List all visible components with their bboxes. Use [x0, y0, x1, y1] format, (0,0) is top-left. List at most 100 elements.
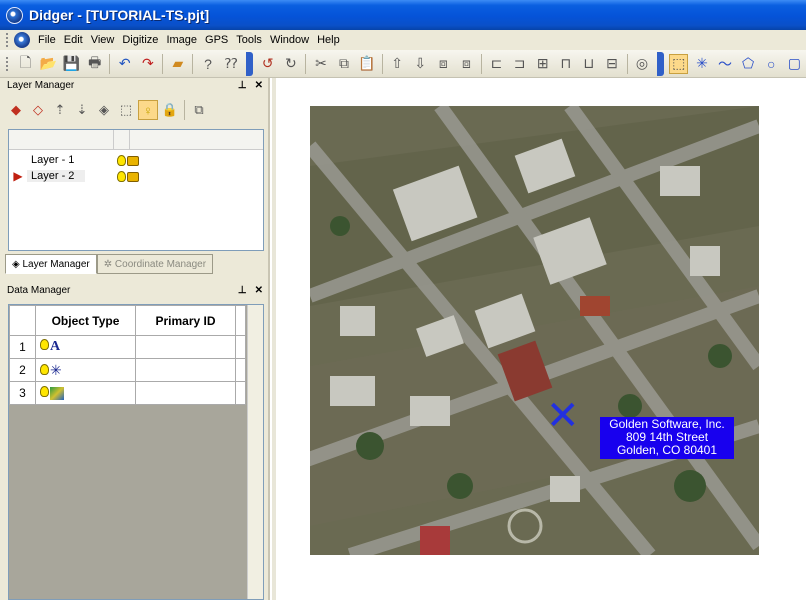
layer-row[interactable]: Layer - 1	[9, 152, 263, 168]
address-label[interactable]: Golden Software, Inc. 809 14th Street Go…	[600, 417, 734, 459]
undo-arrow-icon[interactable]: ↺	[258, 54, 277, 74]
pin-icon[interactable]: ⊥	[238, 80, 247, 91]
undo-icon[interactable]: ↶	[115, 54, 134, 74]
align-middle-icon[interactable]: ⊟	[602, 54, 621, 74]
new-icon[interactable]: 🗋	[16, 54, 35, 74]
point-icon[interactable]: ✳	[692, 54, 711, 74]
tab-coordinate-manager[interactable]: ✲ Coordinate Manager	[96, 254, 214, 274]
layer-up-icon[interactable]: ⇡	[50, 100, 70, 120]
table-header-row: Object Type Primary ID	[9, 305, 246, 336]
main-toolbar: 🗋 📂 💾 🖶 ↶ ↷ ▰ ? ⁇ ↺ ↻ ✂ ⧉ 📋 ⇧ ⇩ ⧈ ⧈ ⊏ ⊐ …	[0, 50, 806, 78]
layer-down-icon[interactable]: ⇣	[72, 100, 92, 120]
table-row[interactable]: 3	[9, 381, 246, 405]
align-bottom-icon[interactable]: ⊔	[579, 54, 598, 74]
overview-icon[interactable]: ◎	[632, 54, 651, 74]
layer-list: Layer - 1 ▶ Layer - 2	[8, 129, 264, 251]
visibility-icon[interactable]	[117, 170, 126, 182]
copy-icon[interactable]: ⧉	[334, 54, 353, 74]
lock-icon[interactable]	[127, 172, 139, 182]
layer-list-header	[9, 130, 263, 150]
grip-handle[interactable]	[6, 33, 10, 47]
aerial-photo	[310, 106, 759, 555]
point-marker[interactable]: ✕	[546, 396, 580, 436]
left-dock: Layer Manager ⊥ ✕ ◆ ◇ ⇡ ⇣ ◈ ⬚ ♀ 🔒 ⧉ Layer…	[0, 78, 270, 600]
current-layer-icon: ▶	[13, 169, 23, 183]
column-header[interactable]: Object Type	[35, 305, 136, 336]
grip-handle[interactable]	[6, 56, 10, 71]
menu-tools[interactable]: Tools	[236, 34, 270, 46]
lock-icon[interactable]	[127, 156, 139, 166]
menu-view[interactable]: View	[91, 34, 123, 46]
document-icon[interactable]	[14, 32, 30, 48]
app-window: Didger - [TUTORIAL-TS.pjt] File Edit Vie…	[0, 0, 806, 600]
window-title: Didger - [TUTORIAL-TS.pjt]	[29, 7, 210, 23]
close-icon[interactable]: ✕	[255, 285, 263, 296]
menu-bar: File Edit View Digitize Image GPS Tools …	[0, 30, 806, 50]
table-row[interactable]: 1 A	[9, 335, 246, 359]
lock-icon[interactable]: 🔒	[160, 100, 180, 120]
data-manager-header: Data Manager ⊥ ✕	[3, 283, 267, 297]
move-up-icon[interactable]: ⇧	[388, 54, 407, 74]
rectangle-icon[interactable]: ▢	[785, 54, 804, 74]
delete-layer-icon[interactable]: ◇	[28, 100, 48, 120]
add-layer-icon[interactable]: ◆	[6, 100, 26, 120]
menu-image[interactable]: Image	[166, 34, 205, 46]
plot-canvas[interactable]: ✕ Golden Software, Inc. 809 14th Street …	[272, 78, 806, 600]
layer-name: Layer - 2	[27, 170, 85, 182]
vertical-scrollbar[interactable]	[247, 305, 263, 599]
column-header[interactable]: Primary ID	[135, 305, 236, 336]
arrange-icon[interactable]: ⧈	[434, 54, 453, 74]
table-row[interactable]: 2 ✳	[9, 358, 246, 382]
menu-digitize[interactable]: Digitize	[122, 34, 166, 46]
data-table: Object Type Primary ID 1 A 2 ✳ 3	[8, 304, 264, 600]
move-down-icon[interactable]: ⇩	[411, 54, 430, 74]
print-icon[interactable]: 🖶	[85, 54, 104, 74]
visibility-icon[interactable]	[40, 339, 49, 350]
layer-toolbar: ◆ ◇ ⇡ ⇣ ◈ ⬚ ♀ 🔒 ⧉	[5, 98, 265, 122]
pin-icon[interactable]: ⊥	[238, 285, 247, 296]
redo-arrow-icon[interactable]: ↻	[281, 54, 300, 74]
polygon-icon[interactable]: ⬠	[739, 54, 758, 74]
visibility-icon[interactable]	[117, 154, 126, 166]
visibility-icon[interactable]	[40, 363, 49, 375]
menu-file[interactable]: File	[38, 34, 64, 46]
point-icon: ✳	[50, 361, 62, 378]
bandaid-icon[interactable]: ▰	[168, 54, 187, 74]
layer-manager-title: Layer Manager	[7, 79, 75, 91]
toolbar-chevron[interactable]	[245, 51, 254, 76]
app-icon	[6, 6, 23, 24]
properties-icon[interactable]: ⧉	[189, 100, 209, 120]
visibility-icon[interactable]: ♀	[138, 100, 158, 120]
select-objects-icon[interactable]: ⬚	[116, 100, 136, 120]
redo-icon[interactable]: ↷	[138, 54, 157, 74]
menu-help[interactable]: Help	[317, 34, 348, 46]
save-icon[interactable]: 💾	[62, 54, 81, 74]
menu-window[interactable]: Window	[270, 34, 317, 46]
layers-icon[interactable]: ◈	[94, 100, 114, 120]
whats-this-icon[interactable]: ⁇	[222, 54, 241, 74]
menu-edit[interactable]: Edit	[64, 34, 91, 46]
arrange-icon[interactable]: ⧈	[457, 54, 476, 74]
align-top-icon[interactable]: ⊓	[556, 54, 575, 74]
align-right-icon[interactable]: ⊐	[510, 54, 529, 74]
toolbar-chevron[interactable]	[656, 51, 665, 76]
open-icon[interactable]: 📂	[39, 54, 58, 74]
tab-layer-manager[interactable]: ◈ Layer Manager	[5, 254, 97, 274]
layers-icon: ◈	[12, 258, 23, 270]
visibility-icon[interactable]	[40, 385, 49, 397]
aerial-image[interactable]	[310, 106, 759, 555]
align-center-icon[interactable]: ⊞	[533, 54, 552, 74]
title-bar: Didger - [TUTORIAL-TS.pjt]	[0, 0, 806, 30]
layer-row[interactable]: ▶ Layer - 2	[9, 168, 263, 184]
gear-icon: ✲	[103, 258, 115, 270]
close-icon[interactable]: ✕	[255, 80, 263, 91]
align-left-icon[interactable]: ⊏	[487, 54, 506, 74]
select-icon[interactable]: ⬚	[669, 53, 689, 74]
paste-icon[interactable]: 📋	[358, 54, 377, 74]
circle-icon[interactable]: ○	[762, 54, 781, 74]
polyline-icon[interactable]: 〜	[715, 54, 734, 74]
cut-icon[interactable]: ✂	[311, 54, 330, 74]
layer-manager-tabs: ◈ Layer Manager ✲ Coordinate Manager	[5, 254, 267, 276]
help-icon[interactable]: ?	[198, 54, 217, 74]
menu-gps[interactable]: GPS	[205, 34, 236, 46]
